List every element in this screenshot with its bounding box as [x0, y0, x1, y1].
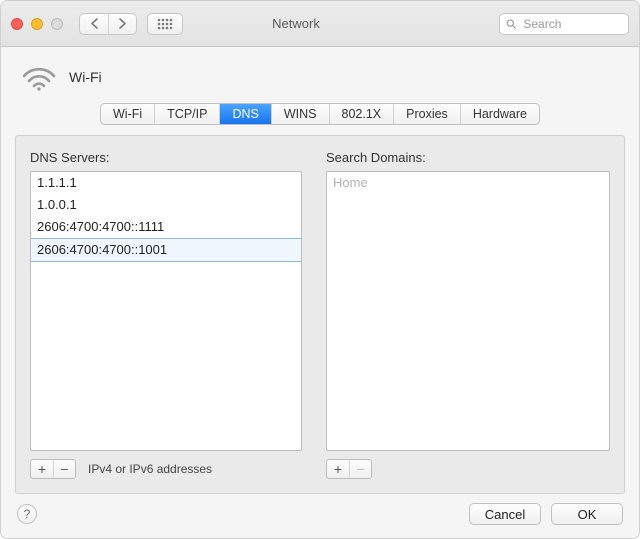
search-input[interactable]	[521, 16, 622, 32]
dns-hint: IPv4 or IPv6 addresses	[88, 462, 212, 476]
domains-remove-button[interactable]: −	[349, 460, 371, 478]
ok-button[interactable]: OK	[551, 503, 623, 525]
connection-header: Wi-Fi	[21, 63, 625, 91]
domains-add-button[interactable]: +	[327, 460, 349, 478]
search-field[interactable]	[499, 13, 629, 35]
search-domains-footer: + −	[326, 459, 610, 479]
connection-title: Wi-Fi	[69, 69, 102, 85]
dns-servers-footer: + − IPv4 or IPv6 addresses	[30, 459, 302, 479]
search-domains-column: Search Domains: Home + −	[326, 150, 610, 479]
domains-add-remove: + −	[326, 459, 372, 479]
dns-add-button[interactable]: +	[31, 460, 53, 478]
cancel-button[interactable]: Cancel	[469, 503, 541, 525]
search-icon	[506, 18, 516, 30]
dns-server-row[interactable]: 2606:4700:4700::1111	[31, 216, 301, 238]
tab-tcp-ip[interactable]: TCP/IP	[154, 104, 219, 124]
search-domain-placeholder: Home	[327, 172, 609, 194]
minimize-window-button[interactable]	[31, 18, 43, 30]
network-prefs-window: Network Wi-Fi Wi-FiTCP/IPDNSWINS80	[0, 0, 640, 539]
tab-proxies[interactable]: Proxies	[393, 104, 460, 124]
footer: ? Cancel OK	[1, 490, 639, 538]
dns-server-row[interactable]: 1.1.1.1	[31, 172, 301, 194]
dns-remove-button[interactable]: −	[53, 460, 75, 478]
tab-802-1x[interactable]: 802.1X	[329, 104, 394, 124]
toolbar: Network	[1, 1, 639, 47]
dns-server-row[interactable]: 2606:4700:4700::1001	[31, 238, 301, 262]
chevron-left-icon	[90, 18, 99, 29]
tab-dns[interactable]: DNS	[219, 104, 270, 124]
window-controls	[11, 18, 63, 30]
zoom-window-button[interactable]	[51, 18, 63, 30]
window-title: Network	[103, 16, 489, 31]
close-window-button[interactable]	[11, 18, 23, 30]
dns-servers-column: DNS Servers: 1.1.1.11.0.0.12606:4700:470…	[30, 150, 302, 479]
dns-add-remove: + −	[30, 459, 76, 479]
dns-servers-list[interactable]: 1.1.1.11.0.0.12606:4700:4700::11112606:4…	[30, 171, 302, 451]
wifi-icon	[21, 63, 57, 91]
tab-wins[interactable]: WINS	[271, 104, 329, 124]
search-domains-label: Search Domains:	[326, 150, 610, 165]
help-button[interactable]: ?	[17, 504, 37, 524]
tab-hardware[interactable]: Hardware	[460, 104, 539, 124]
dns-panel: DNS Servers: 1.1.1.11.0.0.12606:4700:470…	[15, 135, 625, 494]
search-domains-list[interactable]: Home	[326, 171, 610, 451]
dns-server-row[interactable]: 1.0.0.1	[31, 194, 301, 216]
tab-bar: Wi-FiTCP/IPDNSWINS802.1XProxiesHardware	[15, 103, 625, 125]
content-area: Wi-Fi Wi-FiTCP/IPDNSWINS802.1XProxiesHar…	[1, 47, 639, 508]
dns-servers-label: DNS Servers:	[30, 150, 302, 165]
tab-wi-fi[interactable]: Wi-Fi	[101, 104, 154, 124]
